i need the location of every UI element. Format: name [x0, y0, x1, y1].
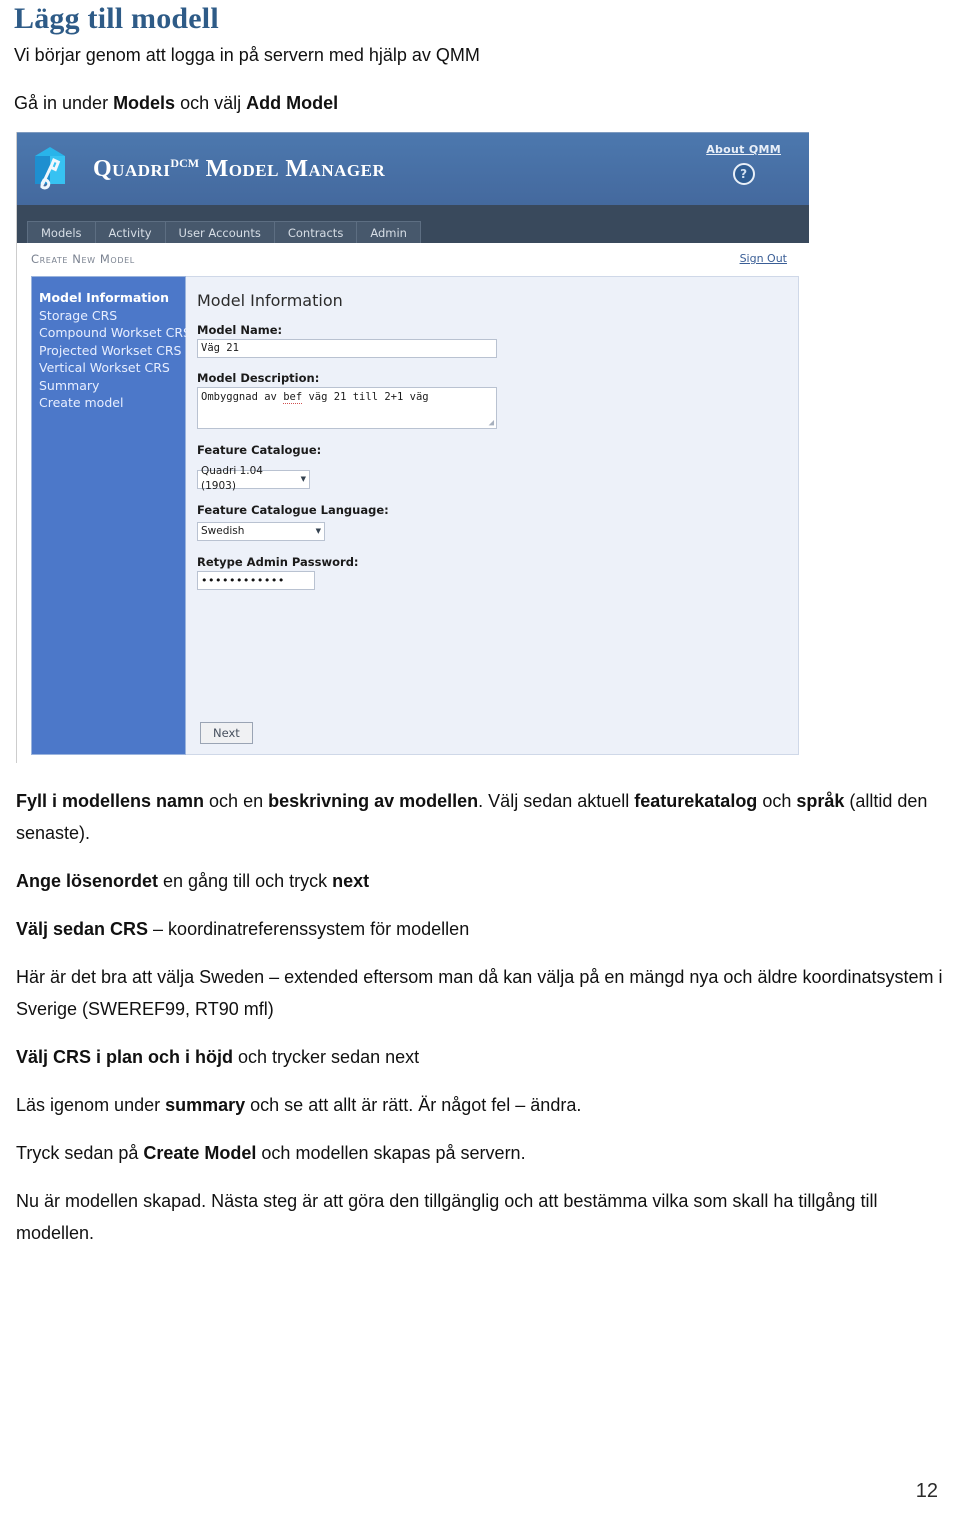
- p1-text-2: . Välj sedan aktuell: [478, 791, 635, 811]
- brand-main: Quadri: [93, 155, 171, 182]
- desc-misspelled-word: bef: [283, 391, 303, 404]
- p3-text-1: – koordinatreferenssystem för modellen: [148, 919, 470, 939]
- feature-catalogue-value: Quadri 1.04 (1903): [201, 465, 263, 492]
- app-body: Model Information Storage CRS Compound W…: [17, 276, 809, 763]
- p1-bold-1: Fyll i modellens namn: [16, 791, 205, 811]
- retype-admin-password-input[interactable]: ••••••••••••: [197, 570, 315, 590]
- paragraph-4: Här är det bra att välja Sweden – extend…: [16, 961, 946, 1025]
- p1-text-1: och en: [204, 791, 269, 811]
- paragraph-8: Nu är modellen skapad. Nästa steg är att…: [16, 1185, 946, 1249]
- feature-catalogue-language-select[interactable]: Swedish ▼: [197, 521, 325, 541]
- p4-text-1: Här är det bra att välja Sweden – extend…: [16, 967, 943, 1019]
- p6-bold-1: summary: [165, 1095, 246, 1115]
- p7-bold-1: Create Model: [143, 1143, 257, 1163]
- p3-bold-1: Välj sedan CRS: [16, 919, 149, 939]
- intro-line-2-mid: och välj: [175, 93, 247, 113]
- feature-catalogue-language-label: Feature Catalogue Language:: [197, 502, 389, 517]
- desc-pre: Ombyggnad av: [201, 391, 284, 403]
- intro-line-2-pre: Gå in under: [14, 93, 114, 113]
- wrench-icon: [26, 151, 75, 196]
- paragraph-3: Välj sedan CRS – koordinatreferenssystem…: [16, 913, 946, 945]
- brand-rest: Model Manager: [199, 155, 386, 182]
- intro-line-2: Gå in under Models och välj Add Model: [14, 68, 946, 116]
- brand-superscript: DCM: [170, 155, 200, 170]
- feature-catalogue-language-value: Swedish: [201, 524, 245, 537]
- tab-contracts[interactable]: Contracts: [274, 221, 358, 243]
- header-right-cluster: About QMM ?: [706, 143, 781, 185]
- chevron-down-icon-language: ▼: [315, 526, 321, 535]
- intro-line-2-bold-addmodel: Add Model: [246, 93, 339, 113]
- page-title: Lägg till modell: [14, 2, 219, 35]
- p6-text-1: Läs igenom under: [16, 1095, 166, 1115]
- chevron-down-icon: ▼: [300, 474, 306, 483]
- paragraph-7: Tryck sedan på Create Model och modellen…: [16, 1137, 946, 1169]
- p5-bold-1: Välj CRS i plan och i höjd: [16, 1047, 234, 1067]
- intro-line-1-text: Vi börjar genom att logga in på servern …: [14, 45, 480, 65]
- intro-line-2-bold-models: Models: [113, 93, 176, 113]
- p6-text-2: och se att allt är rätt. Är något fel – …: [245, 1095, 582, 1115]
- resize-grip-icon[interactable]: ◢: [489, 419, 494, 428]
- page-number: 12: [915, 1480, 938, 1502]
- tab-user-accounts[interactable]: User Accounts: [165, 221, 275, 243]
- wizard-step-model-information[interactable]: Model Information: [39, 289, 185, 307]
- app-subbar: Create New Model Sign Out: [17, 243, 809, 276]
- p1-bold-2: beskrivning av modellen: [268, 791, 479, 811]
- help-icon[interactable]: ?: [732, 163, 755, 185]
- p1-bold-3: featurekatalog: [634, 791, 758, 811]
- app-brand-title: QuadriDCM Model Manager: [93, 156, 385, 183]
- tab-admin[interactable]: Admin: [357, 221, 421, 243]
- desc-post: väg 21 till 2+1 väg: [302, 391, 429, 403]
- sign-out-link[interactable]: Sign Out: [740, 252, 787, 265]
- p1-bold-4: språk: [796, 791, 845, 811]
- embedded-app-screenshot: QuadriDCM Model Manager About QMM ? Mode…: [16, 132, 809, 763]
- wizard-step-create-model[interactable]: Create model: [39, 394, 185, 412]
- form-heading: Model Information: [197, 291, 343, 310]
- model-description-label: Model Description:: [197, 371, 320, 385]
- retype-admin-password-label: Retype Admin Password:: [197, 554, 359, 569]
- tab-activity[interactable]: Activity: [95, 221, 166, 243]
- nav-tabs: Models Activity User Accounts Contracts …: [27, 221, 421, 243]
- p2-bold-2: next: [332, 871, 370, 891]
- document-page: Lägg till modell Vi börjar genom att log…: [0, 0, 960, 1515]
- p1-text-3: och: [757, 791, 797, 811]
- intro-line-1: Vi börjar genom att logga in på servern …: [14, 36, 946, 68]
- feature-catalogue-select[interactable]: Quadri 1.04 (1903) ▼: [197, 465, 310, 492]
- wizard-step-summary[interactable]: Summary: [39, 377, 185, 395]
- p7-text-2: och modellen skapas på servern.: [256, 1143, 526, 1163]
- wizard-step-list: Model Information Storage CRS Compound W…: [31, 276, 191, 755]
- quadri-cube-logo-icon: [29, 145, 77, 193]
- p2-bold-1: Ange lösenordet: [16, 871, 159, 891]
- model-name-label: Model Name:: [197, 323, 283, 337]
- app-header: QuadriDCM Model Manager About QMM ?: [17, 132, 809, 205]
- model-name-input[interactable]: Väg 21: [197, 339, 497, 358]
- wizard-step-projected-workset-crs[interactable]: Projected Workset CRS: [39, 342, 185, 360]
- next-button[interactable]: Next: [200, 722, 253, 744]
- p7-text-1: Tryck sedan på: [16, 1143, 144, 1163]
- paragraph-2: Ange lösenordet en gång till och tryck n…: [16, 865, 946, 897]
- paragraph-6: Läs igenom under summary och se att allt…: [16, 1089, 946, 1121]
- breadcrumb: Create New Model: [31, 252, 135, 266]
- p2-text-1: en gång till och tryck: [158, 871, 333, 891]
- tab-models[interactable]: Models: [27, 221, 96, 243]
- instruction-text: Fyll i modellens namn och en beskrivning…: [14, 785, 946, 1249]
- paragraph-1: Fyll i modellens namn och en beskrivning…: [16, 785, 946, 849]
- about-qmm-link[interactable]: About QMM: [706, 143, 781, 156]
- app-navbar: Models Activity User Accounts Contracts …: [17, 205, 809, 243]
- p5-text-1: och trycker sedan next: [233, 1047, 420, 1067]
- model-information-form: Model Information Model Name: Väg 21 Mod…: [186, 276, 799, 755]
- p8-text-1: Nu är modellen skapad. Nästa steg är att…: [16, 1191, 878, 1243]
- wizard-step-storage-crs[interactable]: Storage CRS: [39, 307, 185, 325]
- paragraph-5: Välj CRS i plan och i höjd och trycker s…: [16, 1041, 946, 1073]
- wizard-step-compound-workset-crs[interactable]: Compound Workset CRS: [39, 324, 191, 342]
- wizard-step-vertical-workset-crs[interactable]: Vertical Workset CRS: [39, 359, 185, 377]
- model-description-input[interactable]: Ombyggnad av bef väg 21 till 2+1 väg ◢: [197, 387, 497, 429]
- feature-catalogue-label: Feature Catalogue:: [197, 443, 322, 457]
